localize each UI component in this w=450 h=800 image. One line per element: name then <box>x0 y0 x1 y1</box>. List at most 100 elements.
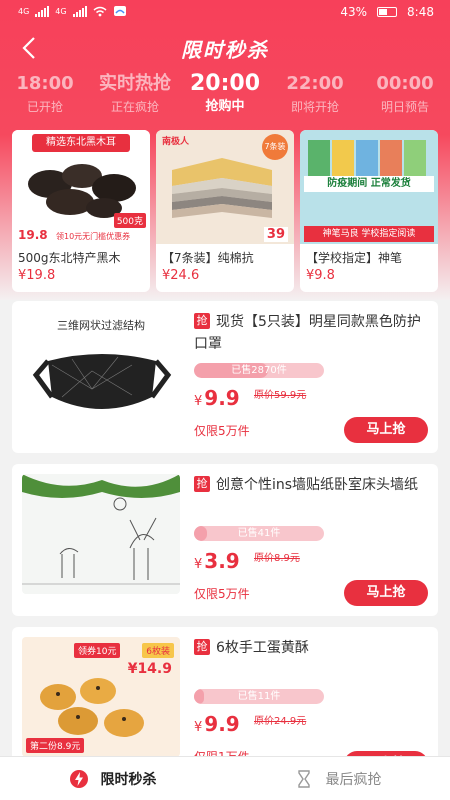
image-price: 39 <box>263 227 288 242</box>
hot-item-card[interactable]: 精选东北黑木耳 19.8 500克 领10元无门槛优惠券 500g东北特产黑木 … <box>12 130 150 292</box>
deal-info: 抢创意个性ins墙贴纸卧室床头墙纸 已售41件 ¥3.9 原价8.9元 仅限5万… <box>194 474 428 606</box>
egg-yolk-pastry-illustration <box>40 678 144 737</box>
underwear-stack-illustration <box>172 158 272 218</box>
sold-progress: 已售41件 <box>194 526 324 541</box>
qiang-tag: 抢 <box>194 313 210 329</box>
sale-price-value: 9.9 <box>204 712 240 736</box>
original-price: 原价8.9元 <box>254 553 300 564</box>
slot-time: 18:00 <box>16 73 74 94</box>
time-slot-bar: 18:00 已开抢 实时热抢 正在疯抢 20:00 抢购中 22:00 即将开抢 00:… <box>0 72 450 122</box>
sold-progress: 已售2870件 <box>194 363 324 378</box>
deal-title: 抢现货【5只装】明星同款黑色防护口罩 <box>194 311 428 355</box>
deal-title: 抢 6枚手工蛋黄酥 <box>194 637 428 681</box>
status-bar: 4G 4G 43% 8:48 <box>0 0 450 26</box>
image-count: 6枚装 <box>142 643 174 658</box>
tab-label: 限时秒杀 <box>100 771 157 788</box>
price-row: ¥9.9 原价59.9元 <box>194 386 428 412</box>
hot-item-name: 500g东北特产黑木 <box>18 251 121 265</box>
network-label-2: 4G <box>55 6 67 16</box>
product-image <box>22 474 180 594</box>
hot-item-name: 【7条装】纯棉抗 <box>162 251 254 265</box>
qiang-tag: 抢 <box>194 639 210 655</box>
sale-price-value: 3.9 <box>204 549 240 573</box>
time-slot-2000[interactable]: 20:00 抢购中 <box>180 72 270 122</box>
sale-price: ¥9.9 <box>194 712 240 736</box>
tab-label: 最后疯抢 <box>325 771 382 788</box>
slot-time: 00:00 <box>376 73 434 94</box>
time-slot-0000[interactable]: 00:00 明日预告 <box>360 72 450 122</box>
sale-price: ¥9.9 <box>194 386 240 410</box>
deal-card[interactable]: 抢创意个性ins墙贴纸卧室床头墙纸 已售41件 ¥3.9 原价8.9元 仅限5万… <box>12 464 438 616</box>
tab-flash-sale[interactable]: 限时秒杀 <box>0 757 225 800</box>
slot-status: 即将开抢 <box>290 100 339 114</box>
hot-item-name: 【学校指定】神笔 <box>306 251 403 265</box>
wall-sticker-illustration <box>22 474 180 585</box>
black-fungus-illustration <box>28 164 136 218</box>
image-coupon: 领10元无门槛优惠券 <box>56 232 131 241</box>
signal-icon <box>35 5 50 17</box>
slot-status: 明日预告 <box>380 100 429 114</box>
battery-icon <box>377 7 398 17</box>
currency-symbol: ¥ <box>194 557 203 572</box>
cloud-icon <box>113 6 126 16</box>
sold-count: 已售41件 <box>237 528 281 539</box>
image-tag: 500克 <box>113 213 146 228</box>
hot-item-card[interactable]: 防疫期间 正常发货 神笔马良 学校指定阅读 【学校指定】神笔 ¥9.8 <box>300 130 438 292</box>
image-coupon: 领券10元 <box>74 643 121 658</box>
price-row: ¥9.9 原价24.9元 <box>194 712 428 738</box>
product-image: 南极人 7条装 39 <box>156 130 294 244</box>
hot-item-price: ¥19.8 <box>18 268 56 283</box>
slot-status: 抢购中 <box>205 99 245 114</box>
battery-percent: 43% <box>340 5 368 19</box>
clock: 8:48 <box>407 5 434 19</box>
product-image: 领券10元 6枚装 ¥14.9 第二份8.9元 <box>22 637 180 757</box>
sold-count: 已售2870件 <box>231 365 287 376</box>
hot-item-card[interactable]: 南极人 7条装 39 【7条装】纯棉抗 ¥24.6 <box>156 130 294 292</box>
slot-status: 已开抢 <box>26 100 63 114</box>
image-price: 19.8 <box>18 228 48 242</box>
deal-title-text: 6枚手工蛋黄酥 <box>216 640 309 656</box>
time-slot-2200[interactable]: 22:00 即将开抢 <box>270 72 360 122</box>
hourglass-icon <box>297 769 310 788</box>
hot-item-price: ¥9.8 <box>306 268 335 283</box>
image-footer: 神笔马良 学校指定阅读 <box>304 226 434 242</box>
time-slot-1800[interactable]: 18:00 已开抢 <box>0 72 90 122</box>
currency-symbol: ¥ <box>194 394 203 409</box>
bottom-tab-bar: 限时秒杀 最后疯抢 <box>0 756 450 800</box>
grab-now-button[interactable]: 马上抢 <box>344 417 428 443</box>
qiang-tag: 抢 <box>194 476 210 492</box>
sold-progress: 已售11件 <box>194 689 324 704</box>
sold-count: 已售11件 <box>237 691 281 702</box>
deal-title: 抢创意个性ins墙贴纸卧室床头墙纸 <box>194 474 428 518</box>
slot-time: 22:00 <box>286 73 344 94</box>
wifi-icon <box>93 6 107 16</box>
product-image: 精选东北黑木耳 19.8 500克 领10元无门槛优惠券 <box>12 130 150 244</box>
sale-price-value: 9.9 <box>204 386 240 410</box>
page-title: 限时秒杀 <box>181 38 269 62</box>
deal-card[interactable]: 三维网状过滤结构 抢现货【5只装】明星同款黑色防护口罩 已售2870件 ¥9.9… <box>12 301 438 453</box>
image-caption: 三维网状过滤结构 <box>57 319 145 332</box>
grab-now-button[interactable]: 马上抢 <box>344 580 428 606</box>
deal-title-text: 现货【5只装】明星同款黑色防护口罩 <box>194 314 421 352</box>
image-second-offer: 第二份8.9元 <box>26 738 85 753</box>
image-banner: 防疫期间 正常发货 <box>304 176 434 192</box>
network-label: 4G <box>18 6 30 16</box>
original-price: 原价24.9元 <box>254 716 307 727</box>
product-image: 三维网状过滤结构 <box>22 311 180 431</box>
slot-time: 20:00 <box>189 71 261 96</box>
image-banner: 精选东北黑木耳 <box>32 134 130 152</box>
original-price: 原价59.9元 <box>254 390 307 401</box>
nav-bar: 限时秒杀 <box>0 28 450 68</box>
lightning-icon <box>69 769 88 788</box>
hot-items-row: 精选东北黑木耳 19.8 500克 领10元无门槛优惠券 500g东北特产黑木 … <box>12 130 438 292</box>
price-row: ¥3.9 原价8.9元 <box>194 549 428 575</box>
signal-icon-2 <box>72 5 87 17</box>
image-brand: 南极人 <box>162 137 190 147</box>
deal-title-text: 创意个性ins墙贴纸卧室床头墙纸 <box>216 477 419 493</box>
product-image: 防疫期间 正常发货 神笔马良 学校指定阅读 <box>300 130 438 244</box>
deal-info: 抢现货【5只装】明星同款黑色防护口罩 已售2870件 ¥9.9 原价59.9元 … <box>194 311 428 443</box>
time-slot-realtime[interactable]: 实时热抢 正在疯抢 <box>90 72 180 122</box>
tab-last-chance[interactable]: 最后疯抢 <box>225 757 450 800</box>
sale-price: ¥3.9 <box>194 549 240 573</box>
hot-item-price: ¥24.6 <box>162 268 200 283</box>
